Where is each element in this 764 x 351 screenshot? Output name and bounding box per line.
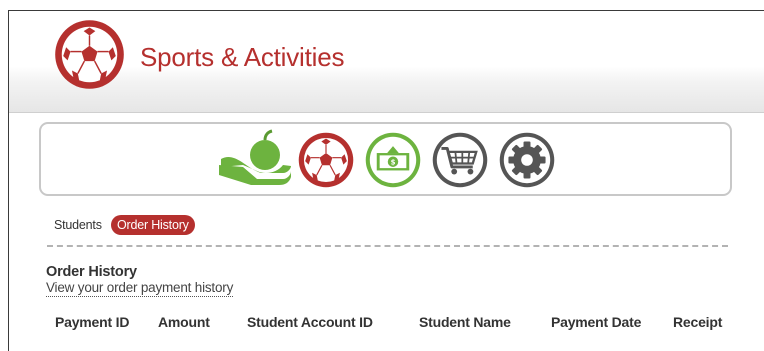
divider bbox=[47, 245, 728, 247]
page-title: Sports & Activities bbox=[140, 42, 345, 72]
column-header-payment-date: Payment Date bbox=[551, 314, 642, 330]
soccer-ball-icon[interactable] bbox=[297, 131, 355, 189]
column-header-student-name: Student Name bbox=[419, 314, 511, 330]
money-icon[interactable]: $ bbox=[364, 131, 422, 189]
soccer-ball-logo-icon bbox=[55, 20, 124, 89]
shopping-cart-icon[interactable] bbox=[431, 131, 489, 189]
svg-text:$: $ bbox=[391, 158, 396, 166]
column-header-student-account-id: Student Account ID bbox=[247, 314, 373, 330]
module-icon-bar: $ bbox=[39, 122, 732, 196]
tab-students[interactable]: Students bbox=[54, 215, 102, 235]
section-title: Order History bbox=[46, 264, 137, 280]
column-header-payment-id: Payment ID bbox=[55, 314, 130, 330]
tab-order-history[interactable]: Order History bbox=[111, 215, 195, 235]
column-header-receipt: Receipt bbox=[673, 314, 723, 330]
app-frame: Sports & Activities $ Students Order His… bbox=[8, 10, 764, 351]
page-header: Sports & Activities bbox=[9, 11, 764, 113]
column-header-amount: Amount bbox=[158, 314, 210, 330]
apple-hand-icon[interactable] bbox=[217, 129, 293, 187]
gear-icon[interactable] bbox=[498, 131, 556, 189]
section-subtitle: View your order payment history bbox=[46, 280, 234, 297]
